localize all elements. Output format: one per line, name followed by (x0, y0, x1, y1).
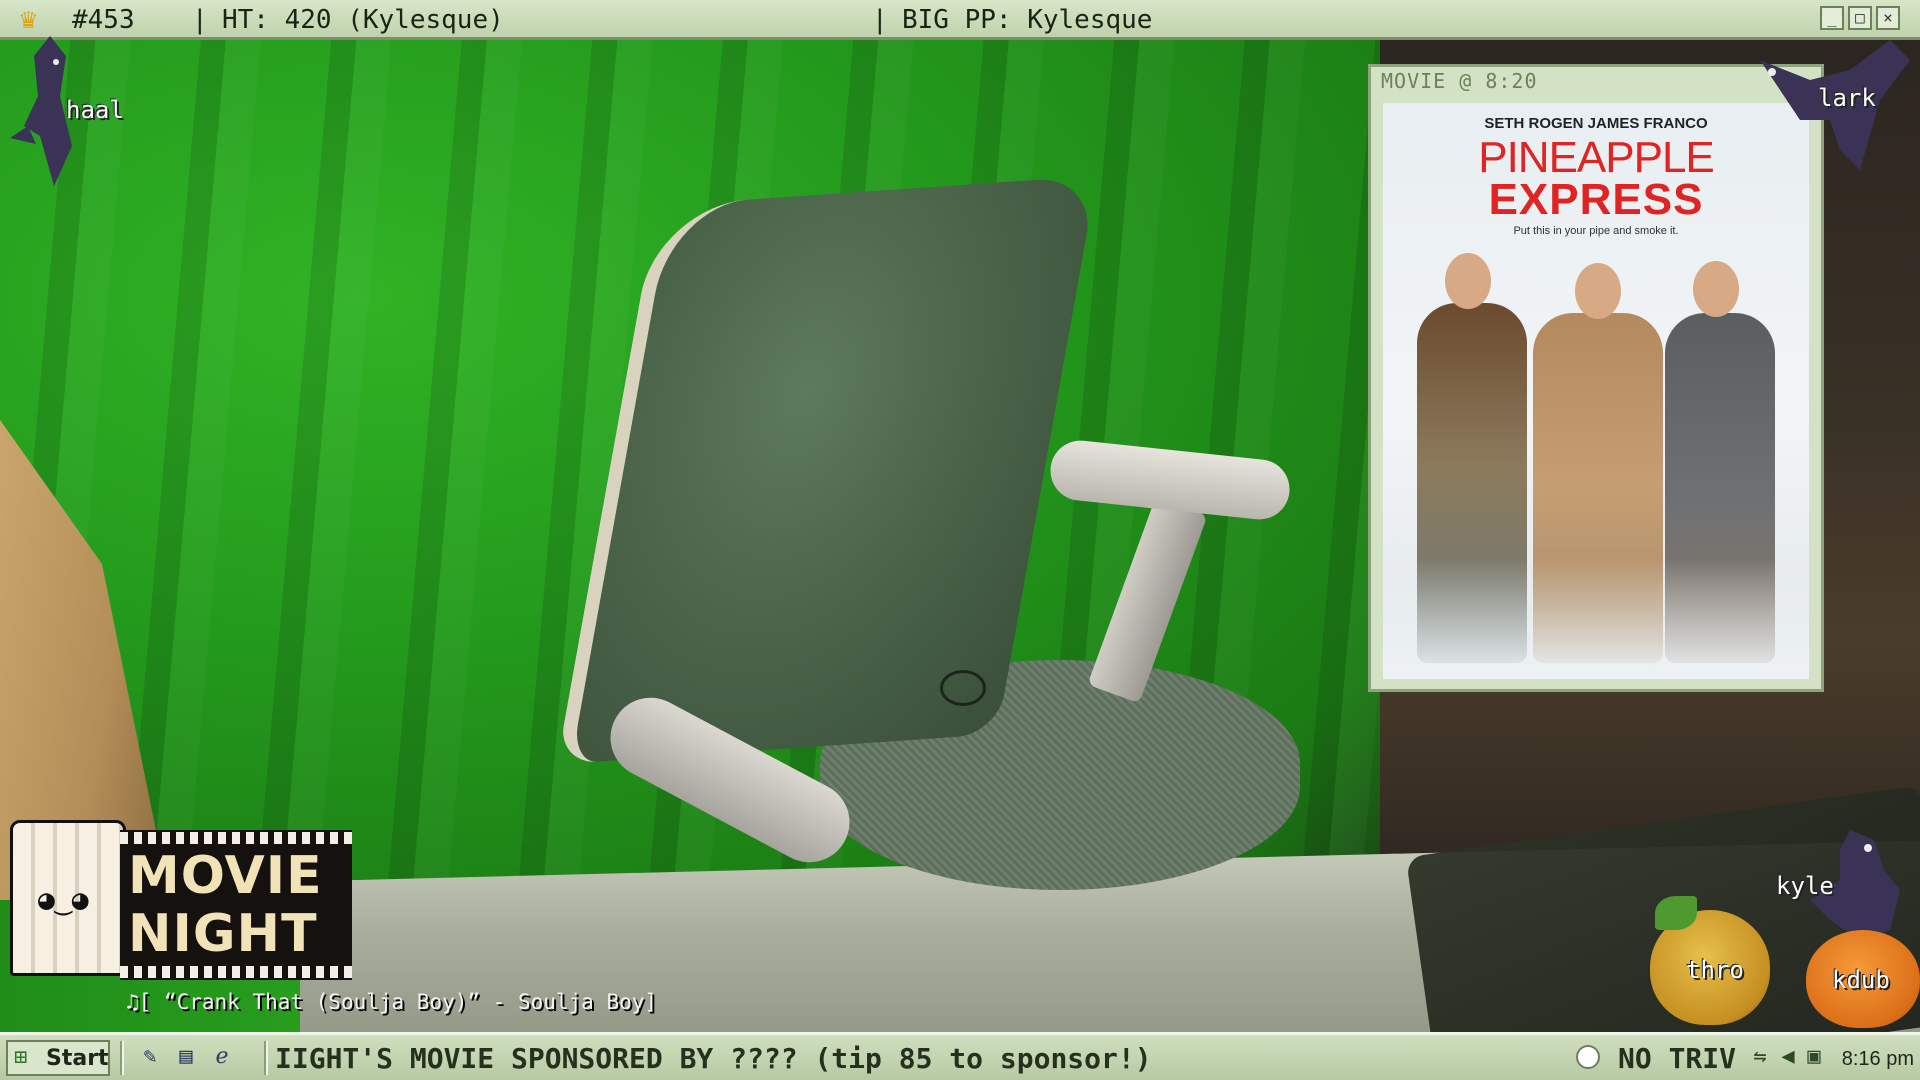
taskbar: ⊞ Start ✎ ▤ ℯ IIGHT'S MOVIE SPONSORED BY… (0, 1032, 1920, 1080)
notepad-icon[interactable]: ✎ (136, 1043, 164, 1071)
movie-window-title: MOVIE @ 8:20 (1381, 69, 1538, 93)
separator: | (192, 5, 208, 35)
separator: | (872, 5, 888, 35)
now-playing-text: ♫[ “Crank That (Soulja Boy)” - Soulja Bo… (126, 990, 657, 1014)
viewer-name-label: thro (1686, 956, 1744, 984)
viewer-name-label: kyle (1776, 872, 1834, 900)
poster-tagline: Put this in your pipe and smoke it. (1513, 225, 1679, 237)
sponsor-ticker: IIGHT'S MOVIE SPONSORED BY ???? (tip 85 … (275, 1042, 1152, 1075)
start-label: Start (46, 1046, 109, 1071)
status-circle-icon (1576, 1045, 1600, 1069)
stream-counter: #453 (72, 5, 135, 35)
windows-flag-icon: ⊞ (14, 1045, 28, 1070)
taskbar-divider (120, 1041, 124, 1075)
pumpkin-leaf (1655, 896, 1697, 930)
popcorn-mascot-icon: ◕‿◕ (10, 820, 126, 976)
poster-figure-head (1575, 263, 1621, 319)
viewer-name-label: kdub (1832, 966, 1890, 994)
high-tip-text: HT: 420 (Kylesque) (222, 5, 504, 35)
now-playing-title: [ “Crank That (Soulja Boy)” - Soulja Boy… (138, 990, 658, 1014)
taskbar-divider (264, 1041, 268, 1075)
movie-night-line2: NIGHT (128, 904, 318, 964)
taskbar-clock: 8:16 pm (1841, 1048, 1914, 1070)
network-icon[interactable]: ⇋ (1746, 1043, 1774, 1071)
movie-night-line1: MOVIE (128, 846, 323, 906)
explorer-icon[interactable]: ▤ (172, 1043, 200, 1071)
viewer-name-label: lark (1818, 84, 1876, 112)
title-bar: ♛ #453 | HT: 420 (Kylesque) | BIG PP: Ky… (0, 0, 1920, 40)
music-note-icon: ♫ (126, 990, 139, 1014)
viewer-name-label: haal (66, 96, 124, 124)
poster-figure-head (1445, 253, 1491, 309)
internet-explorer-icon[interactable]: ℯ (208, 1043, 236, 1071)
big-pp-text: BIG PP: Kylesque (902, 5, 1153, 35)
trivia-status: NO TRIV (1618, 1042, 1737, 1075)
poster-figure-head (1693, 261, 1739, 317)
popcorn-face: ◕‿◕ (38, 883, 89, 916)
start-button[interactable]: ⊞ Start (6, 1040, 110, 1076)
volume-icon[interactable]: ◀ (1774, 1043, 1802, 1071)
chair-knob (940, 670, 986, 706)
filmstrip (120, 832, 352, 844)
movie-night-badge: MOVIE NIGHT (120, 830, 352, 980)
filmstrip (120, 966, 352, 978)
poster-smoke (1383, 559, 1809, 679)
